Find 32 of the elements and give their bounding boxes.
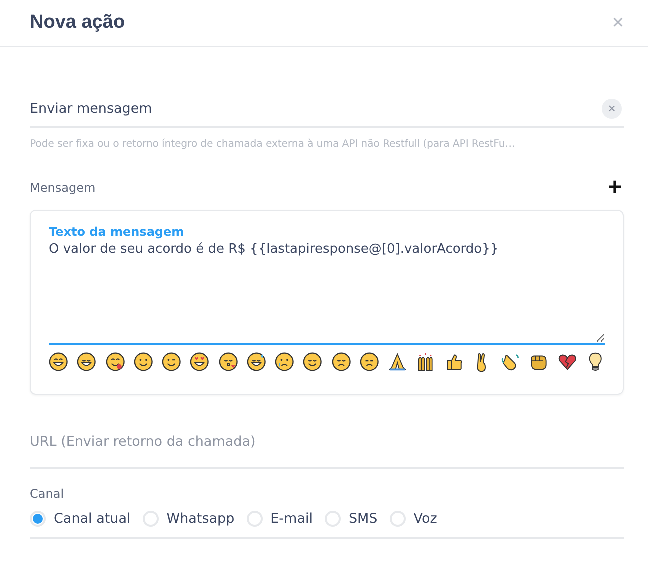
select-value: Enviar mensagem: [30, 101, 152, 117]
radio-button[interactable]: [142, 511, 159, 527]
channel-option[interactable]: Voz: [390, 511, 438, 527]
action-select[interactable]: Enviar mensagem ×: [30, 92, 624, 128]
radio-button[interactable]: [324, 511, 341, 527]
add-button[interactable]: +: [608, 178, 622, 198]
field-label: Texto da mensagem: [49, 225, 186, 239]
channel-option[interactable]: SMS: [324, 511, 378, 527]
helper-text: Pode ser fixa ou o retorno íntegro de chamada externa à uma API não Restfull (para API RestFu…: [30, 139, 516, 150]
radio-button[interactable]: [246, 511, 263, 527]
section-label: Mensagem: [30, 181, 96, 195]
channel-option[interactable]: Whatsapp: [142, 511, 235, 527]
radio-button[interactable]: [390, 511, 406, 527]
heart-eyes-face-icon[interactable]: [190, 352, 210, 372]
crying-face-icon[interactable]: [275, 352, 294, 372]
channel-option[interactable]: Canal atual: [30, 511, 131, 527]
dialog-title: Nova ação: [30, 12, 126, 34]
channel-option[interactable]: E-mail: [246, 511, 313, 527]
section-label: Canal: [30, 487, 66, 501]
grinning-face-icon[interactable]: [49, 352, 68, 372]
pensive-face-icon[interactable]: [332, 352, 351, 372]
kissing-face-icon[interactable]: [218, 352, 238, 372]
broken-heart-icon[interactable]: [558, 352, 577, 372]
tongue-face-icon[interactable]: [106, 352, 125, 372]
winking-face-icon[interactable]: [162, 352, 182, 372]
smirking-face-icon[interactable]: [134, 352, 153, 372]
sad-face-icon[interactable]: [360, 352, 379, 372]
grinning-face-icon[interactable]: [77, 352, 96, 372]
sweat-smile-face-icon[interactable]: [246, 352, 266, 372]
radio-button[interactable]: [30, 511, 46, 527]
relieved-face-icon[interactable]: [303, 352, 322, 372]
thumbs-up-icon[interactable]: [444, 352, 464, 372]
